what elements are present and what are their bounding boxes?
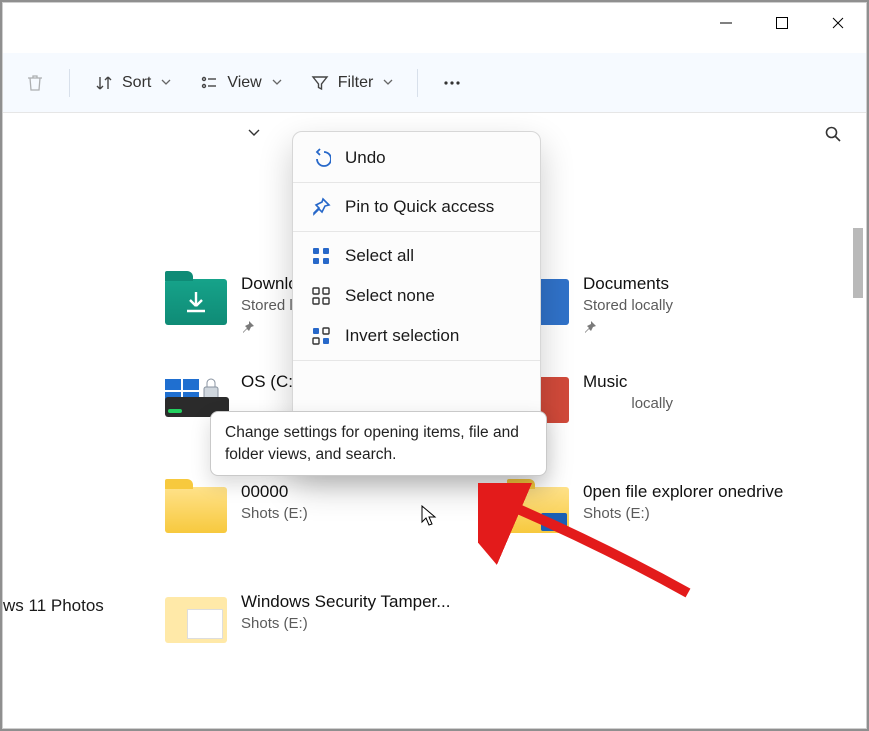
pin-icon [583,320,673,339]
view-icon [199,73,219,93]
grid-item-windows-security-tamper[interactable]: Windows Security Tamper... Shots (E:) [165,591,505,671]
sort-icon [94,73,114,93]
menu-separator [293,182,540,183]
menu-item-invert-selection[interactable]: Invert selection [293,316,540,356]
menu-item-label: Pin to Quick access [345,197,494,217]
breadcrumb-history-chevron[interactable] [247,126,261,144]
view-button[interactable]: View [185,67,295,99]
item-subtitle: Stored locally [583,394,673,414]
menu-item-label: Select all [345,246,414,266]
item-subtitle: Shots (E:) [241,504,308,524]
maximize-button[interactable] [754,3,810,43]
grid-item-documents[interactable]: Documents Stored locally [507,273,847,353]
filter-icon [310,73,330,93]
item-name: Music [583,371,673,394]
file-explorer-window: Sort View Filter [2,2,867,729]
tooltip-options: Change settings for opening items, file … [210,411,547,476]
menu-item-undo[interactable]: Undo [293,138,540,178]
chevron-down-icon [161,74,171,91]
item-subtitle: Shots (E:) [583,504,783,524]
close-button[interactable] [810,3,866,43]
view-label: View [227,74,261,92]
item-subtitle: Shots (E:) [241,614,450,634]
menu-item-label: Undo [345,148,386,168]
delete-button[interactable] [11,67,59,99]
menu-separator [293,231,540,232]
sidebar-item-label: ws 11 Photos [3,596,104,615]
toolbar-separator [69,69,70,97]
grid-item-00000[interactable]: 00000 Shots (E:) [165,481,505,561]
menu-item-pin-quick-access[interactable]: Pin to Quick access [293,187,540,227]
item-subtitle: Stored locally [583,296,673,316]
invert-selection-icon [311,326,331,346]
grid-item-open-file-explorer-onedrive[interactable]: 0pen file explorer onedrive Shots (E:) [507,481,847,561]
folder-icon [165,591,229,645]
item-name: OS (C:) [241,371,299,394]
folder-icon [165,273,229,327]
sort-label: Sort [122,74,151,92]
item-name: 0pen file explorer onedrive [583,481,783,504]
select-none-icon [311,286,331,306]
folder-icon [165,481,229,535]
item-name: Documents [583,273,673,296]
trash-icon [25,73,45,93]
more-icon [442,73,462,93]
pin-icon [311,197,331,217]
folder-icon [507,481,571,535]
search-icon[interactable] [824,125,842,147]
menu-item-select-all[interactable]: Select all [293,236,540,276]
undo-icon [311,148,331,168]
scrollbar-thumb[interactable] [853,228,863,298]
menu-item-label: Select none [345,286,435,306]
menu-item-label: Invert selection [345,326,459,346]
chevron-down-icon [272,74,282,91]
menu-item-select-none[interactable]: Select none [293,276,540,316]
menu-separator [293,360,540,361]
sort-button[interactable]: Sort [80,67,185,99]
titlebar [3,3,866,53]
item-name: 00000 [241,481,308,504]
item-name: Windows Security Tamper... [241,591,450,614]
grid-item-music[interactable]: Music Stored locally [507,371,847,451]
more-button[interactable] [428,67,476,99]
toolbar-separator [417,69,418,97]
filter-label: Filter [338,74,374,92]
chevron-down-icon [383,74,393,91]
sidebar-item-photos[interactable]: ws 11 Photos [3,596,104,616]
minimize-button[interactable] [698,3,754,43]
filter-button[interactable]: Filter [296,67,408,99]
select-all-icon [311,246,331,266]
tooltip-text: Change settings for opening items, file … [225,424,519,463]
toolbar: Sort View Filter [3,53,866,113]
